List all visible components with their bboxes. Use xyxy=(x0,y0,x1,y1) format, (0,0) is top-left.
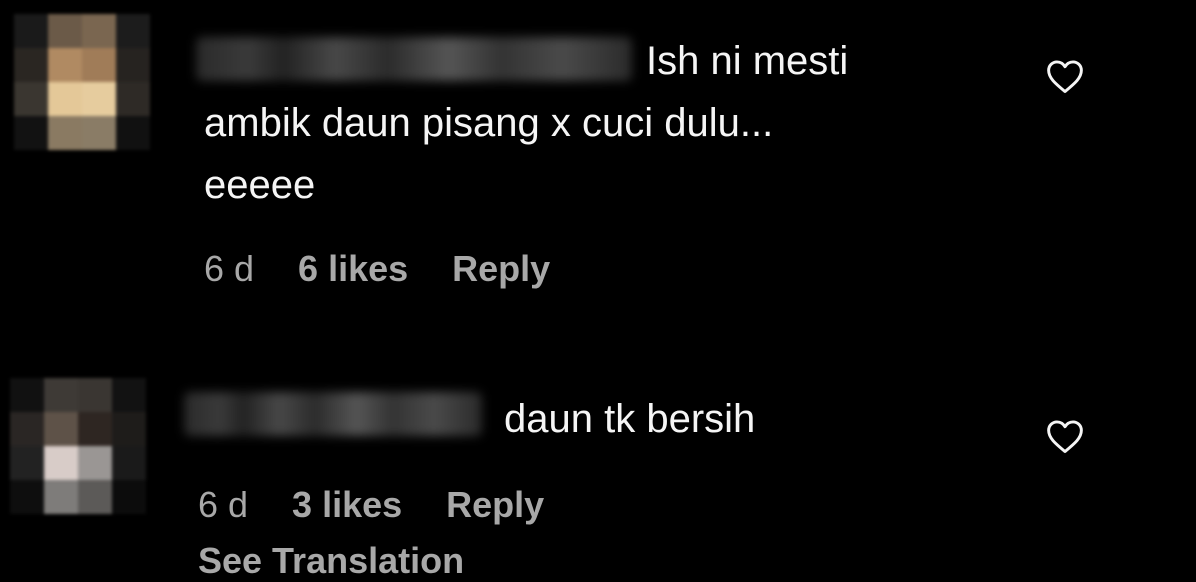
comment-text-line: eeeee xyxy=(204,163,316,207)
heart-outline-icon[interactable] xyxy=(1045,418,1085,454)
comment-meta: 6 d 3 likes Reply xyxy=(198,484,544,526)
comment-text-line: Ish ni mesti xyxy=(646,39,849,83)
comment-time: 6 d xyxy=(204,248,255,289)
avatar[interactable] xyxy=(10,378,146,514)
avatar[interactable] xyxy=(14,14,150,150)
comment-time: 6 d xyxy=(198,484,249,525)
reply-button[interactable]: Reply xyxy=(452,248,550,290)
comment-item: Ish ni mesti ambik daun pisang x cuci du… xyxy=(0,0,1196,330)
username-redacted[interactable] xyxy=(196,37,632,81)
likes-count-link[interactable]: 3 likes xyxy=(292,484,402,526)
username-redacted[interactable] xyxy=(184,392,482,436)
comment-item: daun tk bersih 6 d 3 likes Reply See Tra… xyxy=(0,360,1196,582)
heart-outline-icon[interactable] xyxy=(1045,58,1085,94)
reply-button[interactable]: Reply xyxy=(446,484,544,526)
comment-text-line: ambik daun pisang x cuci dulu... xyxy=(204,101,774,145)
comment-text-line: daun tk bersih xyxy=(504,397,756,441)
see-translation-link[interactable]: See Translation xyxy=(198,540,464,582)
comment-meta: 6 d 6 likes Reply xyxy=(204,248,550,290)
likes-count-link[interactable]: 6 likes xyxy=(298,248,408,290)
